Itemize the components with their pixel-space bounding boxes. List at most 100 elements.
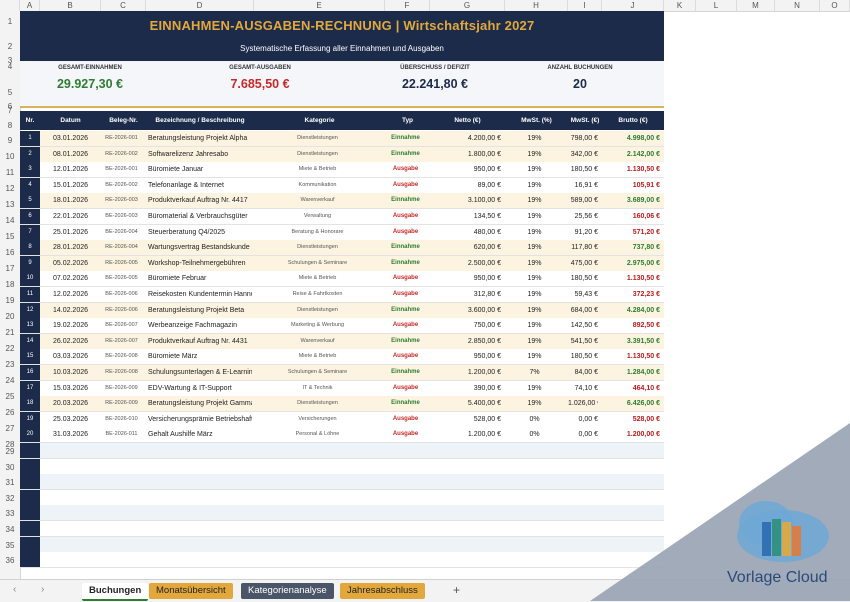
row-number[interactable]: 8	[20, 240, 40, 256]
receipt-cell[interactable]: RE-2026-006	[101, 303, 142, 318]
table-row[interactable]: 12 14.02.2026 RE-2026-006 Beratungsleistung…	[20, 302, 664, 319]
table-row[interactable]: 5 18.01.2026 RE-2026-003 Produktverkauf Auf…	[20, 193, 664, 210]
row-number[interactable]: 3	[20, 162, 40, 178]
gross-cell[interactable]: 160,06 €	[602, 209, 660, 224]
date-cell[interactable]: 12.02.2026	[40, 287, 99, 302]
type-cell[interactable]: Ausgabe	[385, 271, 426, 286]
gross-cell[interactable]: 1.130,50 €	[602, 349, 660, 364]
net-cell[interactable]: 750,00 €	[430, 318, 501, 333]
row-number[interactable]: 2	[20, 146, 40, 162]
date-cell[interactable]: 03.03.2026	[40, 349, 99, 364]
vat-rate-cell[interactable]: 19%	[505, 209, 564, 224]
date-cell[interactable]: 15.03.2026	[40, 381, 99, 396]
row-number[interactable]: 6	[20, 209, 40, 224]
net-cell[interactable]: 950,00 €	[430, 349, 501, 364]
receipt-cell[interactable]: RE-2026-009	[101, 396, 142, 411]
column-header[interactable]: E	[254, 0, 385, 11]
type-cell[interactable]: Ausgabe	[385, 318, 426, 333]
row-header[interactable]: 13	[0, 200, 20, 209]
vat-amount-cell[interactable]: 142,50 €	[568, 318, 598, 333]
row-number[interactable]: 12	[20, 302, 40, 318]
receipt-cell[interactable]: RE-2026-001	[101, 131, 142, 146]
gross-cell[interactable]: 372,23 €	[602, 287, 660, 302]
row-header[interactable]: 11	[0, 168, 20, 177]
table-row[interactable]: 1 03.01.2026 RE-2026-001 Beratungsleistung …	[20, 131, 664, 147]
row-header[interactable]: 1	[0, 17, 20, 26]
category-cell[interactable]: Warenverkauf	[254, 193, 381, 208]
column-header[interactable]: H	[505, 0, 568, 11]
row-number[interactable]: 15	[20, 349, 40, 365]
date-cell[interactable]: 07.02.2026	[40, 271, 99, 286]
column-header[interactable]: N	[775, 0, 820, 11]
receipt-cell[interactable]: BE-2026-006	[101, 287, 142, 302]
gross-cell[interactable]: 2.975,00 €	[602, 256, 660, 271]
vat-rate-cell[interactable]: 19%	[505, 349, 564, 364]
gross-cell[interactable]: 6.426,00 €	[602, 396, 660, 411]
table-row[interactable]: 11 12.02.2026 BE-2026-006 Reisekosten Kunde…	[20, 287, 664, 303]
vat-amount-cell[interactable]: 117,80 €	[568, 240, 598, 255]
row-header[interactable]: 12	[0, 184, 20, 193]
vat-rate-cell[interactable]: 0%	[505, 412, 564, 427]
row-number[interactable]: 14	[20, 333, 40, 349]
category-cell[interactable]: Reise & Fahrtkosten	[254, 287, 381, 302]
net-cell[interactable]: 2.500,00 €	[430, 256, 501, 271]
date-cell[interactable]: 20.03.2026	[40, 396, 99, 411]
table-row[interactable]: 20 31.03.2026 BE-2026-011 Gehalt Aushilfe M…	[20, 427, 664, 444]
sheet-tab[interactable]: Jahresabschluss	[340, 583, 425, 599]
receipt-cell[interactable]: BE-2026-007	[101, 318, 142, 333]
row-number[interactable]: 9	[20, 255, 40, 271]
row-number[interactable]: 13	[20, 318, 40, 334]
category-cell[interactable]: Schulungen & Seminare	[254, 256, 381, 271]
row-header[interactable]: 23	[0, 360, 20, 369]
description-cell[interactable]: EDV-Wartung & IT-Support	[146, 381, 252, 396]
table-row[interactable]: 2 08.01.2026 RE-2026-002 Softwarelizenz Jah…	[20, 146, 664, 163]
vat-rate-cell[interactable]: 0%	[505, 427, 564, 442]
row-header[interactable]: 22	[0, 344, 20, 353]
vat-rate-cell[interactable]: 19%	[505, 271, 564, 286]
vat-amount-cell[interactable]: 1.026,00 €	[568, 396, 598, 411]
type-cell[interactable]: Einnahme	[385, 256, 426, 271]
sheet-tab[interactable]: Kategorienanalyse	[241, 583, 334, 599]
category-cell[interactable]: Warenverkauf	[254, 334, 381, 349]
net-cell[interactable]: 1.200,00 €	[430, 427, 501, 442]
row-number[interactable]: 10	[20, 271, 40, 287]
date-cell[interactable]: 25.03.2026	[40, 412, 99, 427]
type-cell[interactable]: Ausgabe	[385, 381, 426, 396]
table-row[interactable]: 15 03.03.2026 BE-2026-008 Büromiete März Mie…	[20, 349, 664, 366]
date-cell[interactable]: 22.01.2026	[40, 209, 99, 224]
vat-rate-cell[interactable]: 19%	[505, 131, 564, 146]
type-cell[interactable]: Einnahme	[385, 334, 426, 349]
type-cell[interactable]: Einnahme	[385, 131, 426, 146]
date-cell[interactable]: 10.03.2026	[40, 365, 99, 380]
net-cell[interactable]: 1.200,00 €	[430, 365, 501, 380]
row-header[interactable]: 36	[0, 556, 20, 565]
column-header[interactable]: F	[385, 0, 430, 11]
description-cell[interactable]: Beratungsleistung Projekt Alpha	[146, 131, 252, 146]
description-cell[interactable]: Wartungsvertrag Bestandskunde	[146, 240, 252, 255]
type-cell[interactable]: Einnahme	[385, 303, 426, 318]
receipt-cell[interactable]: BE-2026-008	[101, 349, 142, 364]
type-cell[interactable]: Ausgabe	[385, 178, 426, 193]
row-number[interactable]: 11	[20, 287, 40, 302]
table-row[interactable]: 14 26.02.2026 RE-2026-007 Produktverkauf Au…	[20, 333, 664, 350]
add-sheet-button[interactable]: +	[453, 583, 460, 597]
description-cell[interactable]: Softwarelizenz Jahresabo	[146, 147, 252, 162]
net-cell[interactable]: 950,00 €	[430, 271, 501, 286]
row-header[interactable]: 35	[0, 541, 20, 550]
column-header[interactable]: C	[101, 0, 146, 11]
sheet-tab[interactable]: Buchungen	[82, 583, 149, 601]
vat-rate-cell[interactable]: 19%	[505, 318, 564, 333]
category-cell[interactable]: Miete & Betrieb	[254, 271, 381, 286]
description-cell[interactable]: Produktverkauf Auftrag Nr. 4417	[146, 193, 252, 208]
vat-amount-cell[interactable]: 475,00 €	[568, 256, 598, 271]
row-header[interactable]: 5	[0, 88, 20, 97]
row-header[interactable]: 18	[0, 280, 20, 289]
empty-row[interactable]	[20, 505, 664, 522]
receipt-cell[interactable]: BE-2026-003	[101, 209, 142, 224]
category-cell[interactable]: Personal & Löhne	[254, 427, 381, 442]
row-number[interactable]: 4	[20, 177, 40, 193]
category-cell[interactable]: Dienstleistungen	[254, 396, 381, 411]
vat-amount-cell[interactable]: 0,00 €	[568, 412, 598, 427]
description-cell[interactable]: Beratungsleistung Projekt Beta	[146, 303, 252, 318]
net-cell[interactable]: 4.200,00 €	[430, 131, 501, 146]
